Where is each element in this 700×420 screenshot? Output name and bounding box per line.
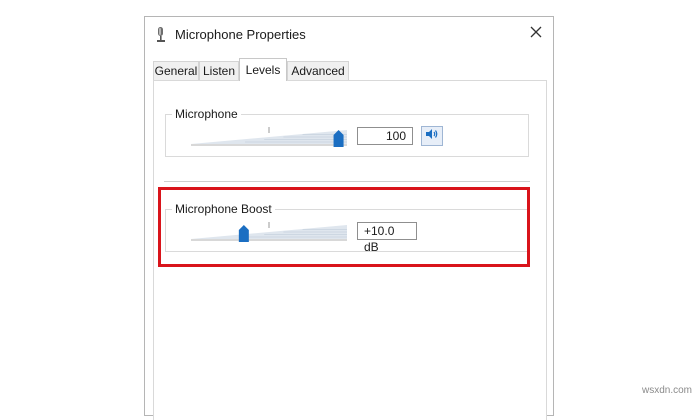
microphone-boost-value[interactable]: +10.0 dB: [357, 222, 417, 254]
tab-listen[interactable]: Listen: [199, 61, 239, 80]
tab-levels[interactable]: Levels: [239, 58, 287, 81]
section-divider: [164, 181, 530, 182]
tab-advanced[interactable]: Advanced: [287, 61, 349, 80]
microphone-boost-group: Microphone Boost +10.0 dB: [165, 202, 529, 254]
mute-button[interactable]: [421, 126, 443, 146]
microphone-group-label: Microphone: [172, 107, 241, 121]
dialog-title: Microphone Properties: [175, 27, 306, 42]
close-button[interactable]: [523, 21, 549, 47]
speaker-icon: [425, 127, 439, 145]
boost-slider-thumb[interactable]: [238, 225, 249, 242]
title-bar: Microphone Properties: [145, 17, 553, 53]
microphone-icon: [154, 26, 168, 44]
microphone-level-value[interactable]: 100: [357, 127, 413, 145]
watermark: wsxdn.com: [641, 385, 692, 396]
microphone-level-slider[interactable]: [189, 127, 349, 149]
microphone-boost-group-label: Microphone Boost: [172, 202, 275, 216]
levels-panel: Microphone 100 Microphone Boost +10.0 dB: [153, 80, 547, 420]
microphone-group: Microphone 100: [165, 107, 529, 157]
close-icon: [530, 25, 542, 43]
microphone-properties-dialog: Microphone Properties General Listen Lev…: [144, 16, 554, 420]
microphone-boost-slider[interactable]: [189, 222, 349, 244]
tab-general[interactable]: General: [153, 61, 199, 80]
